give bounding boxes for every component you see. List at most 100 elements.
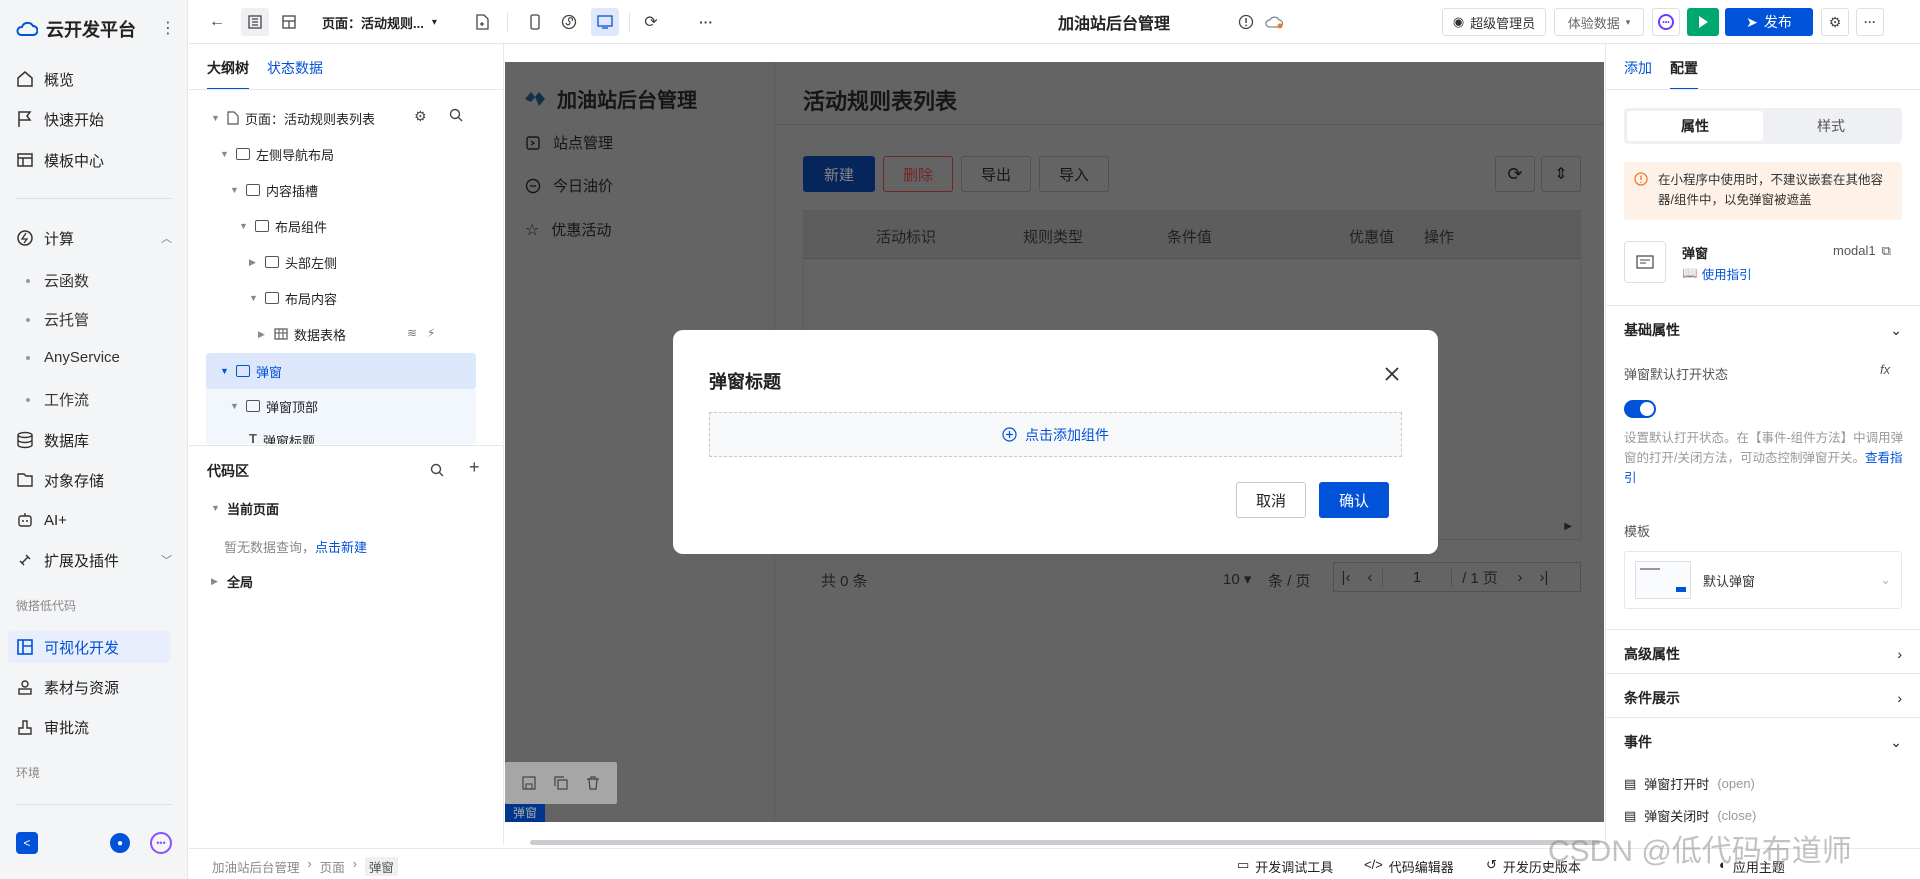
nav-plugins[interactable]: 扩展及插件 ﹀ (16, 544, 172, 576)
caret-down-icon: ▼ (230, 401, 239, 411)
usage-guide-label: 使用指引 (1701, 268, 1752, 282)
tab-outline-tree[interactable]: 大纲树 (207, 58, 249, 90)
caret-down-icon: ▼ (249, 293, 258, 303)
nav-assets[interactable]: 素材与资源 (16, 671, 172, 703)
back-arrow-icon[interactable]: ← (205, 8, 229, 36)
refresh-icon[interactable]: ⟳ (639, 8, 663, 36)
tree-node-modal-header[interactable]: ▼ 弹窗顶部 (230, 396, 318, 416)
tree-node-layout-content[interactable]: ▼ 布局内容 (249, 288, 337, 308)
nav-workflow[interactable]: 工作流 (26, 389, 89, 410)
ai-assistant-icon[interactable] (1652, 8, 1680, 36)
nav-quickstart[interactable]: 快速开始 (16, 103, 172, 135)
nav-compute[interactable]: 计算 ︿ (16, 222, 172, 254)
page-icon (227, 111, 239, 125)
nav-templates[interactable]: 模板中心 (16, 144, 172, 176)
more-options-icon[interactable]: ··· (1856, 8, 1884, 36)
close-icon[interactable] (1384, 366, 1400, 382)
settings-gear-icon[interactable]: ⚙ (1821, 8, 1849, 36)
tree-node-modal-title[interactable]: T 弹窗标题 (249, 431, 315, 444)
code-group-current-page[interactable]: ▼ 当前页面 (211, 498, 279, 518)
info-icon[interactable] (1234, 8, 1258, 36)
template-select[interactable]: 默认弹窗 ⌄ (1624, 551, 1902, 609)
cloud-sync-icon[interactable] (1262, 8, 1286, 36)
breadcrumb-item[interactable]: 加油站后台管理 (212, 857, 300, 876)
modal-title: 弹窗标题 (709, 372, 781, 392)
breadcrumb-item[interactable]: 弹窗 (364, 857, 398, 876)
tree-node-page[interactable]: ▼ 页面：活动规则表列表 (211, 108, 375, 128)
miniprogram-icon[interactable] (557, 8, 581, 36)
page-list-icon[interactable] (241, 8, 269, 36)
cancel-button[interactable]: 取消 (1236, 482, 1306, 518)
tab-add[interactable]: 添加 (1624, 58, 1652, 90)
desktop-preview-icon[interactable] (591, 8, 619, 36)
settings-icon[interactable]: ⚙ (414, 108, 427, 125)
formula-fx-icon[interactable]: fx (1880, 362, 1890, 377)
copy-icon[interactable]: ⧉ (1882, 243, 1891, 259)
assistant-icon[interactable]: ••• (150, 832, 172, 854)
add-component-slot[interactable]: 点击添加组件 (709, 412, 1402, 457)
search-icon[interactable] (449, 108, 463, 122)
preview-run-button[interactable] (1687, 8, 1719, 36)
nav-cloud-hosting[interactable]: 云托管 (26, 309, 89, 330)
more-horizontal-icon[interactable]: ··· (694, 8, 718, 36)
default-open-label: 弹窗默认打开状态 (1624, 367, 1729, 382)
code-group-global[interactable]: ▶ 全局 (211, 571, 253, 591)
event-close[interactable]: ▤ 弹窗关闭时 (close) (1624, 806, 1756, 825)
nav-database[interactable]: 数据库 (16, 424, 172, 456)
tree-node-label: 数据表格 (294, 327, 347, 343)
tree-node-label: 弹窗标题 (262, 434, 315, 444)
debug-tools-button[interactable]: ▭ 开发调试工具 (1237, 857, 1333, 876)
more-vertical-icon[interactable]: ⋮ (160, 18, 176, 38)
add-page-icon[interactable] (471, 8, 495, 36)
nav-label: 对象存储 (44, 472, 105, 490)
publish-button[interactable]: ➤ 发布 (1725, 8, 1813, 36)
section-condition[interactable]: 条件展示 › (1624, 688, 1902, 708)
breadcrumb-item[interactable]: 页面 (320, 857, 345, 876)
add-icon[interactable]: + (469, 457, 480, 478)
user-role-selector[interactable]: ◉ 超级管理员 (1442, 8, 1546, 36)
components-icon[interactable] (275, 8, 303, 36)
chevron-down-icon: ▾ (1625, 16, 1631, 27)
create-query-link[interactable]: 点击新建 (315, 540, 367, 555)
database-icon (16, 431, 34, 449)
divider (16, 198, 172, 199)
tree-node-data-table[interactable]: ▶ 数据表格 (258, 324, 346, 344)
storage-icon (16, 471, 34, 489)
nav-ai[interactable]: AI+ (16, 504, 172, 536)
env-selector[interactable]: 体验数据 ▾ (1554, 8, 1644, 36)
confirm-button[interactable]: 确认 (1319, 482, 1389, 518)
tree-node-left-nav-layout[interactable]: ▼ 左侧导航布局 (220, 144, 334, 164)
bullet (26, 278, 30, 283)
tree-node-header-left[interactable]: ▶ 头部左侧 (249, 252, 337, 272)
default-open-toggle[interactable] (1624, 400, 1656, 418)
user-avatar-icon[interactable]: ● (110, 833, 130, 853)
usage-guide-link[interactable]: 📖 使用指引 (1682, 264, 1752, 283)
tree-node-content-slot[interactable]: ▼ 内容插槽 (230, 180, 318, 200)
horizontal-scrollbar[interactable] (530, 840, 1600, 845)
caret-down-icon: ▼ (211, 503, 220, 513)
section-advanced[interactable]: 高级属性 › (1624, 644, 1902, 664)
code-editor-button[interactable]: </> 代码编辑器 (1364, 857, 1454, 876)
section-basic[interactable]: 基础属性 ⌄ (1624, 320, 1902, 340)
seg-properties[interactable]: 属性 (1627, 111, 1763, 141)
search-icon[interactable] (430, 463, 444, 477)
nav-anyservice[interactable]: AnyService (26, 349, 120, 366)
mobile-preview-icon[interactable] (523, 8, 547, 36)
tab-state-data[interactable]: 状态数据 (267, 58, 323, 90)
nav-overview[interactable]: 概览 (16, 63, 172, 95)
event-open[interactable]: ▤ 弹窗打开时 (open) (1624, 774, 1755, 793)
nav-approval[interactable]: 审批流 (16, 711, 172, 743)
section-events[interactable]: 事件 ⌄ (1624, 732, 1902, 752)
page-selector[interactable]: 页面：活动规则... ▾ (322, 8, 437, 36)
tree-node-modal[interactable]: ▼ 弹窗 (220, 361, 282, 381)
chevron-down-icon: ⌄ (1890, 321, 1902, 338)
tab-config[interactable]: 配置 (1670, 58, 1698, 90)
nav-label: 数据库 (44, 432, 90, 450)
nav-visual-dev[interactable]: 可视化开发 (8, 631, 170, 663)
seg-style[interactable]: 样式 (1763, 111, 1899, 141)
collapse-sidebar-icon[interactable]: < (16, 832, 38, 854)
nav-cloud-function[interactable]: 云函数 (26, 270, 89, 291)
nav-storage[interactable]: 对象存储 (16, 464, 172, 496)
tree-node-layout-component[interactable]: ▼ 布局组件 (239, 216, 327, 236)
tree-node-label: 弹窗顶部 (266, 399, 319, 415)
